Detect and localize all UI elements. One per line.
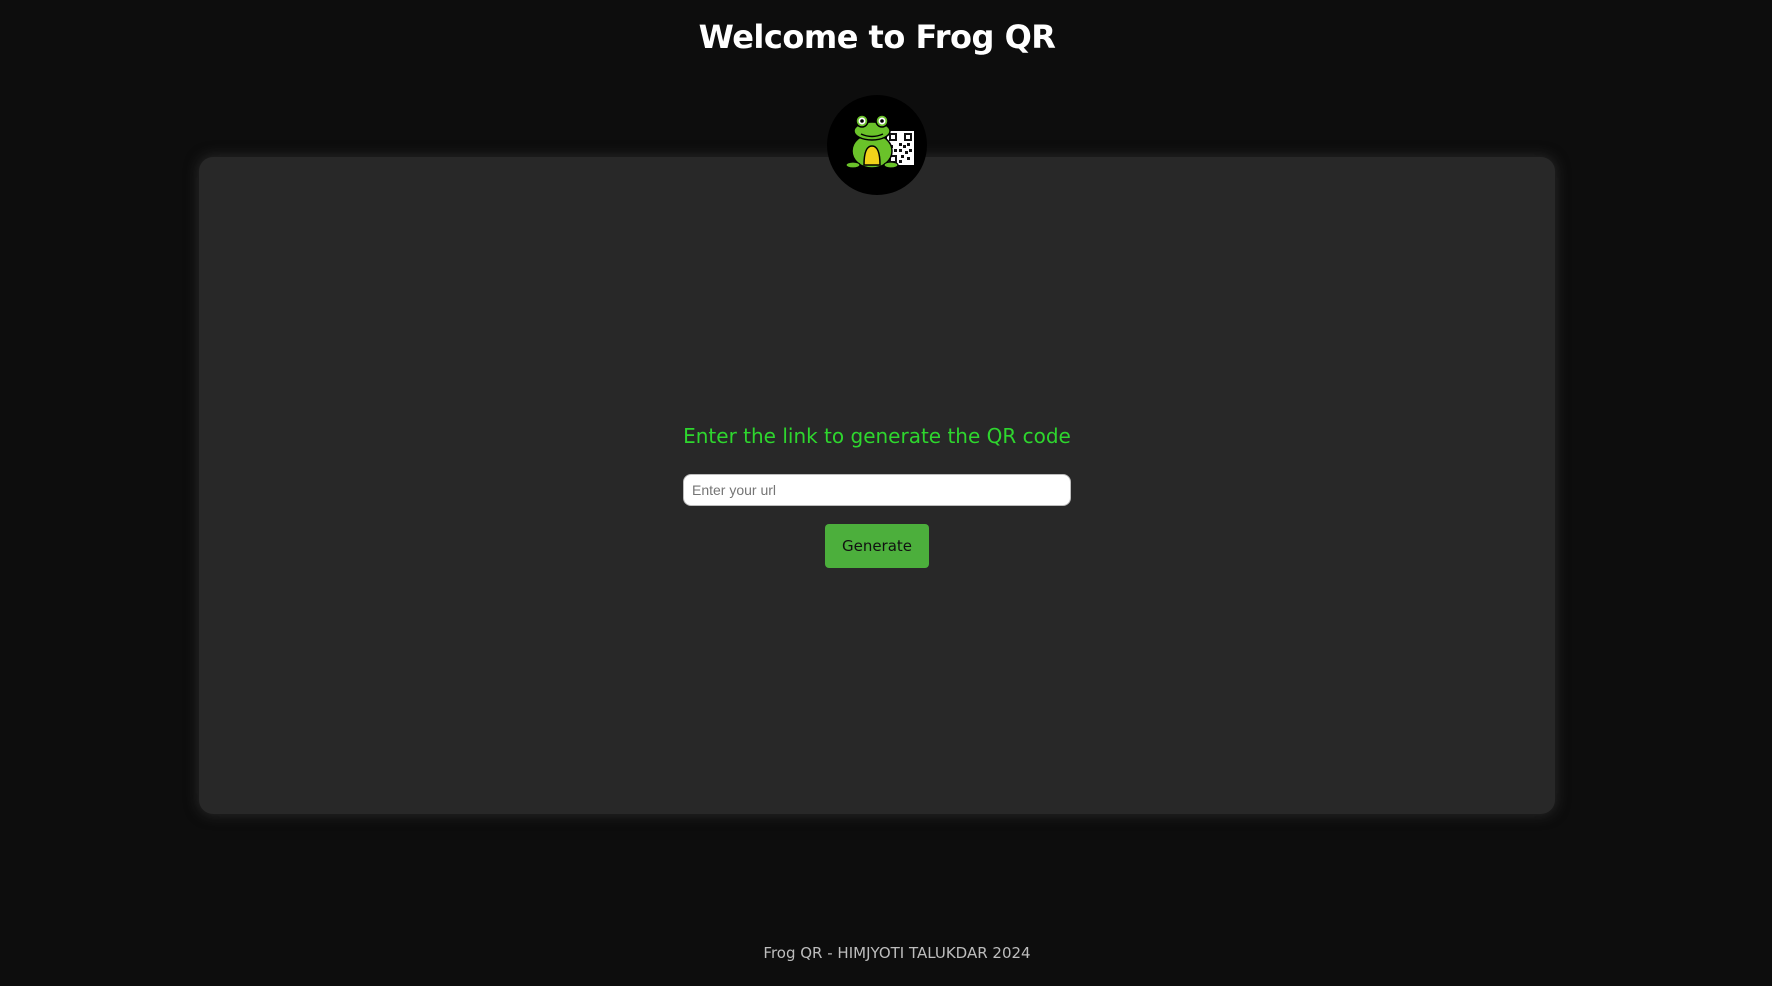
page-title: Welcome to Frog QR: [698, 18, 1056, 56]
url-input[interactable]: [683, 474, 1071, 506]
frog-qr-logo-svg: [845, 114, 914, 169]
page: Welcome to Frog QR Enter the link to gen…: [0, 0, 1772, 986]
generate-button[interactable]: Generate: [825, 524, 929, 568]
frog-qr-logo-icon: [827, 95, 927, 195]
generate-prompt: Enter the link to generate the QR code: [683, 424, 1071, 448]
footer-text: Frog QR - HIMJYOTI TALUKDAR 2024: [763, 944, 1031, 962]
